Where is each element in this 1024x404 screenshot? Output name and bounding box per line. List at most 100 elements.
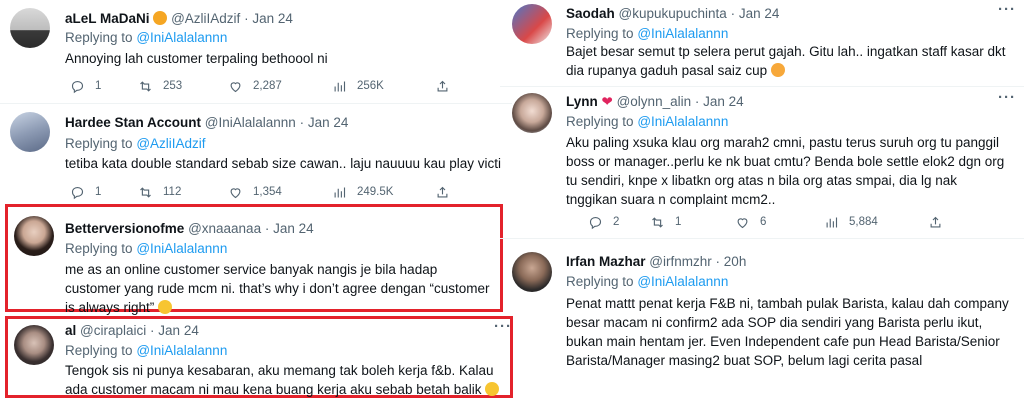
replying-to-link[interactable]: @IniAlalalannn [637, 274, 728, 289]
more-options-icon[interactable]: ··· [998, 1, 1016, 18]
reply-button[interactable]: 1 [70, 78, 101, 94]
replying-to: Replying to @IniAlalalannn [566, 113, 728, 130]
retweet-button[interactable]: 112 [138, 184, 181, 200]
views-button[interactable]: 256K [332, 78, 384, 94]
tweet-card[interactable]: Saodah @kupukupuchinta · Jan 24 ··· Repl… [500, 0, 1024, 85]
views-button[interactable]: 5,884 [824, 214, 878, 230]
replying-to-link[interactable]: @IniAlalalannn [637, 26, 728, 41]
tweet-text: Tengok sis ni punya kesabaran, aku meman… [65, 361, 505, 399]
timestamp[interactable]: Jan 24 [158, 323, 199, 338]
tweet-card[interactable]: Lynn ❤ @olynn_alin · Jan 24 ··· Replying… [500, 87, 1024, 237]
replying-to-label: Replying to [65, 343, 133, 358]
display-name[interactable]: aLeL MaDaNi [65, 11, 150, 26]
more-options-icon[interactable]: ··· [998, 89, 1016, 106]
user-handle[interactable]: @ciraplaici [80, 323, 146, 338]
share-button[interactable] [435, 184, 460, 200]
tweet-actions: 1 112 1,354 249.5K [70, 184, 490, 200]
user-handle[interactable]: @IniAlalalannn [205, 115, 296, 130]
user-handle[interactable]: @irfnmzhr [649, 254, 711, 269]
tweet-text: Penat mattt penat kerja F&B ni, tambah p… [566, 296, 1009, 368]
separator-dot: · [264, 221, 270, 236]
avatar[interactable] [512, 4, 552, 44]
separator-dot: · [299, 115, 305, 130]
tweet-actions: 1 253 2,287 256K [70, 78, 490, 94]
retweet-button[interactable]: 253 [138, 78, 182, 94]
separator-dot: · [150, 323, 155, 338]
like-button[interactable]: 2,287 [228, 78, 282, 94]
tweet-card[interactable]: al @ciraplaici · Jan 24 ··· Replying to … [0, 316, 512, 398]
tweet-actions: 2 1 6 5,884 [588, 214, 1008, 230]
retweet-count: 1 [675, 216, 682, 228]
views-chart-icon [334, 81, 346, 91]
replying-to-link[interactable]: @IniAlalalannn [136, 343, 227, 358]
share-icon [930, 216, 941, 227]
orange-emoji-icon [153, 11, 168, 25]
views-chart-icon [334, 187, 346, 197]
share-button[interactable] [928, 214, 953, 230]
replying-to-link[interactable]: @IniAlalalannn [136, 241, 227, 256]
separator-dot: · [715, 254, 721, 269]
replying-to-link[interactable]: @IniAlalalannn [637, 114, 728, 129]
views-count: 256K [357, 80, 384, 92]
tweet-card[interactable]: Hardee Stan Account @IniAlalalannn · Jan… [0, 104, 512, 200]
tweet-header: Hardee Stan Account @IniAlalalannn · Jan… [65, 114, 348, 131]
display-name[interactable]: Irfan Mazhar [566, 254, 646, 269]
avatar[interactable] [14, 325, 54, 365]
replying-to: Replying to @IniAlalalannn [65, 240, 227, 257]
reply-icon [71, 186, 84, 199]
display-name[interactable]: Lynn [566, 94, 598, 109]
like-count: 6 [760, 216, 767, 228]
tweet-card[interactable]: Irfan Mazhar @irfnmzhr · 20h Replying to… [500, 240, 1024, 404]
like-button[interactable]: 6 [735, 214, 766, 230]
tweet-text: Bajet besar semut tp selera perut gajah.… [566, 42, 1006, 80]
avatar[interactable] [14, 216, 54, 256]
share-icon [437, 186, 448, 197]
separator-dot: · [694, 94, 700, 109]
tweet-text: me as an online customer service banyak … [65, 260, 495, 317]
replying-to-link[interactable]: @AzliIAdzif [136, 136, 205, 151]
display-name[interactable]: Hardee Stan Account [65, 115, 201, 130]
user-handle[interactable]: @AzliIAdzif [171, 11, 240, 26]
avatar[interactable] [512, 93, 552, 133]
replying-to-link[interactable]: @IniAlalalannn [136, 30, 227, 45]
replying-to-label: Replying to [65, 136, 133, 151]
display-name[interactable]: Saodah [566, 6, 615, 21]
reply-button[interactable]: 2 [588, 214, 619, 230]
timestamp[interactable]: 20h [724, 254, 747, 269]
retweet-count: 112 [163, 186, 182, 198]
user-handle[interactable]: @kupukupuchinta [619, 6, 727, 21]
reply-button[interactable]: 1 [70, 184, 101, 200]
avatar[interactable] [10, 8, 50, 48]
reply-count: 1 [95, 186, 102, 198]
tweet-header: al @ciraplaici · Jan 24 [65, 322, 199, 339]
user-handle[interactable]: @olynn_alin [617, 94, 692, 109]
replying-to-label: Replying to [65, 241, 133, 256]
replying-to: Replying to @IniAlalalannn [566, 25, 728, 42]
display-name[interactable]: Betterversionofme [65, 221, 184, 236]
timestamp[interactable]: Jan 24 [308, 115, 349, 130]
timestamp[interactable]: Jan 24 [252, 11, 293, 26]
avatar[interactable] [512, 252, 552, 292]
share-button[interactable] [435, 78, 460, 94]
replying-to: Replying to @AzliIAdzif [65, 135, 206, 152]
views-button[interactable]: 249.5K [332, 184, 393, 200]
tweet-header: Irfan Mazhar @irfnmzhr · 20h [566, 253, 746, 270]
timestamp[interactable]: Jan 24 [273, 221, 314, 236]
replying-to-label: Replying to [566, 274, 634, 289]
retweet-button[interactable]: 1 [650, 214, 681, 230]
views-count: 249.5K [357, 186, 394, 198]
timestamp[interactable]: Jan 24 [703, 94, 744, 109]
like-button[interactable]: 1,354 [228, 184, 282, 200]
tweet-card[interactable]: aLeL MaDaNi @AzliIAdzif · Jan 24 Replyin… [0, 0, 512, 100]
heart-icon [737, 217, 748, 228]
slightly-smiling-emoji-icon [158, 300, 173, 314]
tweet-header: aLeL MaDaNi @AzliIAdzif · Jan 24 [65, 10, 293, 27]
tweet-header: Betterversionofme @xnaaanaa · Jan 24 [65, 220, 314, 237]
reply-count: 1 [95, 80, 102, 92]
tired-face-emoji-icon [770, 63, 785, 77]
user-handle[interactable]: @xnaaanaa [188, 221, 261, 236]
timestamp[interactable]: Jan 24 [739, 6, 780, 21]
tweet-card[interactable]: Betterversionofme @xnaaanaa · Jan 24 Rep… [0, 204, 512, 315]
display-name[interactable]: al [65, 323, 76, 338]
avatar[interactable] [10, 112, 50, 152]
